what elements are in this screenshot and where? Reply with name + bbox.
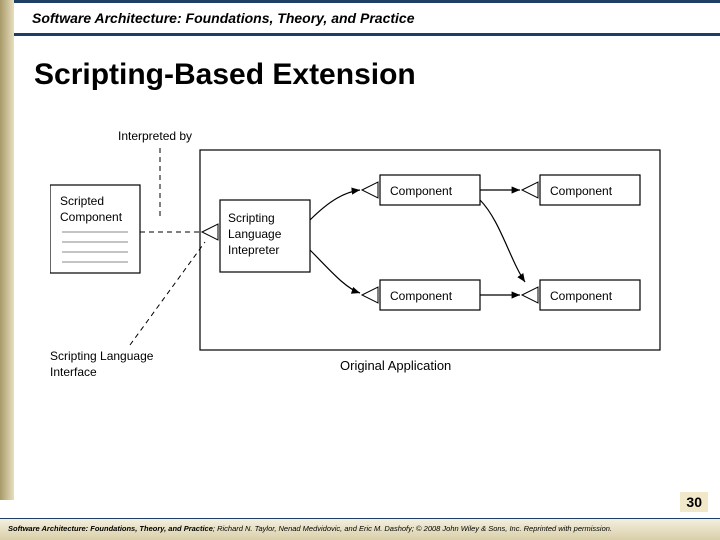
interpreter-label-3: Intepreter [228,243,279,257]
sli-label-2: Interface [50,365,97,379]
course-title: Software Architecture: Foundations, Theo… [32,10,414,26]
left-accent-band [0,0,14,500]
footer-citation: Software Architecture: Foundations, Theo… [0,518,720,540]
header-bar: Software Architecture: Foundations, Theo… [14,0,720,36]
component-port-bl-icon [362,287,378,303]
sli-pointer [130,242,205,345]
arrow-interp-to-tl [310,190,360,220]
architecture-diagram: Original Application Scripting Language … [50,120,670,400]
footer-rest: ; Richard N. Taylor, Nenad Medvidovic, a… [213,524,612,533]
component-label-tl: Component [390,184,453,198]
scripted-component-l1: Scripted [60,194,104,208]
interpreter-label-1: Scripting [228,211,275,225]
arrow-interp-to-bl [310,250,360,293]
page-number: 30 [680,492,708,512]
sli-label-1: Scripting Language [50,349,154,363]
component-label-bl: Component [390,289,453,303]
component-port-br-icon [522,287,538,303]
slide: Software Architecture: Foundations, Theo… [0,0,720,540]
arrow-tl-to-br [480,200,525,282]
slide-title: Scripting-Based Extension [34,58,416,92]
interpreter-label-2: Language [228,227,282,241]
component-label-br: Component [550,289,613,303]
component-port-tr-icon [522,182,538,198]
footer-book-title: Software Architecture: Foundations, Theo… [8,524,213,533]
original-app-label: Original Application [340,358,451,373]
component-port-tl-icon [362,182,378,198]
scripted-component-l2: Component [60,210,123,224]
component-label-tr: Component [550,184,613,198]
interpreted-by-label: Interpreted by [118,129,192,143]
interpreter-port-icon [202,224,218,240]
